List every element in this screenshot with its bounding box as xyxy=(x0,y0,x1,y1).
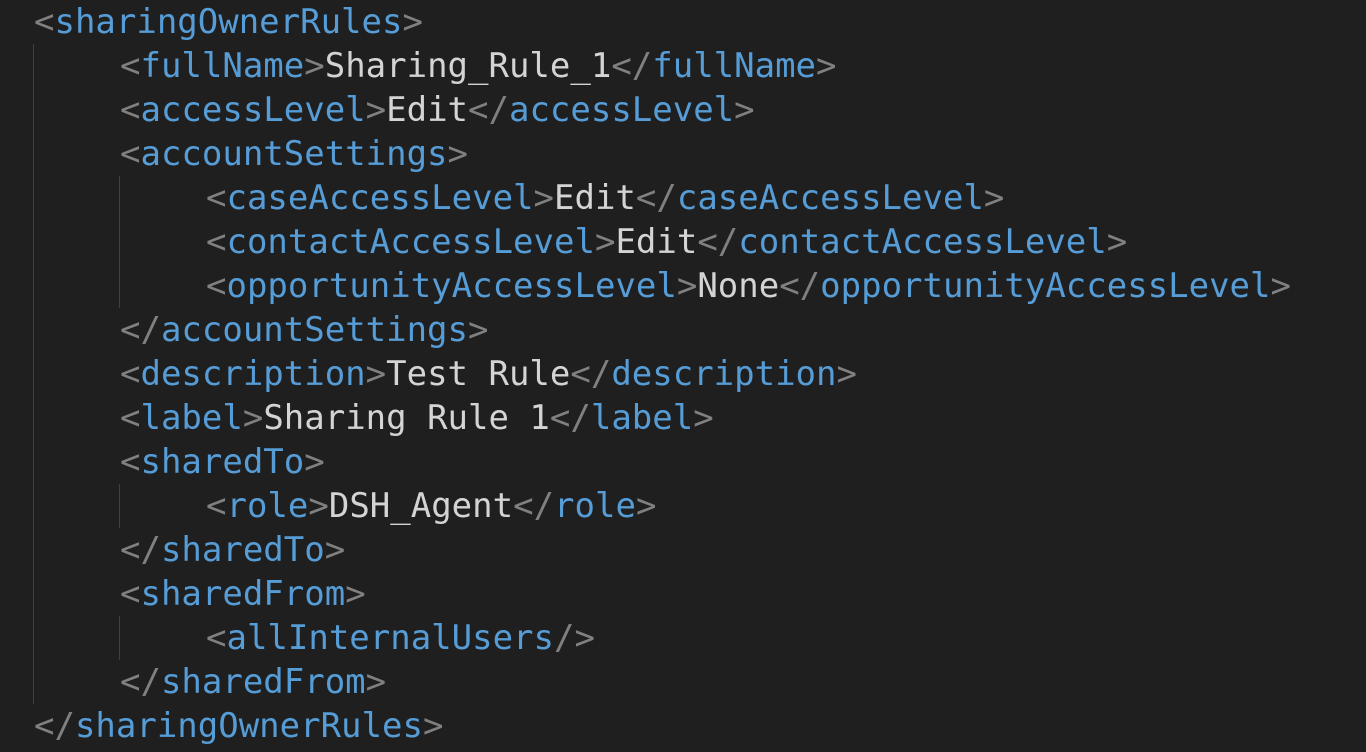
code-editor[interactable]: <sharingOwnerRules> <fullName>Sharing_Ru… xyxy=(0,0,1366,752)
code-line: </sharedTo> xyxy=(120,530,346,570)
xml-text-value: Edit xyxy=(386,90,469,130)
xml-tag-name: label xyxy=(590,398,694,438)
code-line: </sharingOwnerRules> xyxy=(34,706,444,746)
xml-text-value: DSH_Agent xyxy=(328,486,514,526)
xml-tag-name: description xyxy=(140,354,366,394)
xml-tag-name: accessLevel xyxy=(508,90,735,130)
xml-text-value: Edit xyxy=(554,178,636,218)
xml-tag-name: role xyxy=(554,486,636,526)
xml-tag-name: sharingOwnerRules xyxy=(54,2,403,42)
code-line: <label>Sharing Rule 1</label> xyxy=(120,398,714,438)
xml-tag-name: allInternalUsers xyxy=(226,618,554,658)
xml-tag-name: sharedFrom xyxy=(160,662,366,702)
code-line: <accountSettings> xyxy=(120,134,469,174)
code-line: </sharedFrom> xyxy=(120,662,387,702)
code-line: <sharingOwnerRules> xyxy=(34,2,423,42)
xml-tag-name: contactAccessLevel xyxy=(226,222,595,262)
xml-tag-name: sharedTo xyxy=(160,530,325,570)
xml-tag-name: label xyxy=(140,398,243,438)
code-line: <sharedFrom> xyxy=(120,574,366,614)
xml-tag-name: accessLevel xyxy=(140,90,366,130)
code-line: <opportunityAccessLevel>None</opportunit… xyxy=(206,266,1291,306)
xml-tag-name: sharingOwnerRules xyxy=(74,706,423,746)
xml-tag-name: accountSettings xyxy=(160,310,468,350)
code-line: </accountSettings> xyxy=(120,310,489,350)
code-line: <role>DSH_Agent</role> xyxy=(206,486,657,526)
xml-tag-name: description xyxy=(611,354,837,394)
code-line: <allInternalUsers/> xyxy=(206,618,595,658)
xml-text-value: Test Rule xyxy=(386,354,571,394)
code-line: <sharedTo> xyxy=(120,442,325,482)
xml-tag-name: sharedFrom xyxy=(140,574,346,614)
code-line: <description>Test Rule</description> xyxy=(120,354,857,394)
code-line: <accessLevel>Edit</accessLevel> xyxy=(120,90,755,130)
xml-text-value: Sharing_Rule_1 xyxy=(324,46,612,86)
xml-tag-name: caseAccessLevel xyxy=(226,178,534,218)
xml-tag-name: accountSettings xyxy=(140,134,448,174)
code-line: <contactAccessLevel>Edit</contactAccessL… xyxy=(206,222,1128,262)
xml-tag-name: opportunityAccessLevel xyxy=(820,266,1271,306)
code-lines[interactable]: <sharingOwnerRules> <fullName>Sharing_Ru… xyxy=(34,0,1291,748)
xml-text-value: Sharing Rule 1 xyxy=(263,398,550,438)
xml-tag-name: sharedTo xyxy=(140,442,305,482)
xml-tag-name: caseAccessLevel xyxy=(676,178,984,218)
xml-tag-name: opportunityAccessLevel xyxy=(226,266,677,306)
xml-text-value: Edit xyxy=(615,222,698,262)
xml-tag-name: contactAccessLevel xyxy=(738,222,1107,262)
xml-tag-name: fullName xyxy=(652,46,817,86)
xml-tag-name: fullName xyxy=(140,46,305,86)
code-line: <caseAccessLevel>Edit</caseAccessLevel> xyxy=(206,178,1005,218)
xml-tag-name: role xyxy=(226,486,309,526)
xml-text-value: None xyxy=(697,266,780,306)
code-line: <fullName>Sharing_Rule_1</fullName> xyxy=(120,46,837,86)
